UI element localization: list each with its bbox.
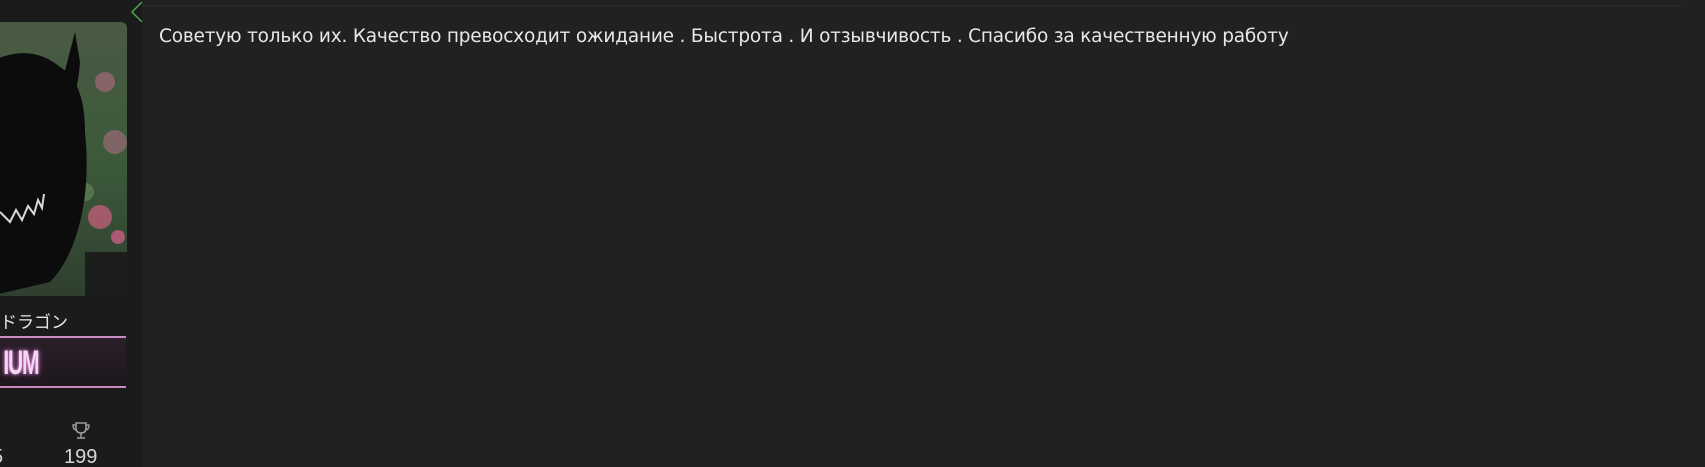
message-body: Советую только их. Качество превосходит … bbox=[142, 0, 1705, 467]
trophy-icon bbox=[72, 422, 90, 439]
user-avatar[interactable] bbox=[0, 22, 127, 296]
trophy-count[interactable]: 199 bbox=[64, 446, 97, 467]
username[interactable]: ドラゴン bbox=[0, 308, 126, 333]
forum-post: ドラゴン IUM 5 199 Советую только их. Качест… bbox=[0, 0, 1705, 467]
user-title-strip bbox=[0, 0, 60, 6]
message-divider bbox=[142, 5, 1682, 6]
user-stats: 5 199 bbox=[0, 416, 126, 467]
messages-count: 5 bbox=[0, 446, 3, 467]
rank-banner-text: IUM bbox=[3, 344, 39, 382]
message-text: Советую только их. Качество превосходит … bbox=[159, 26, 1289, 47]
user-info-column: ドラゴン IUM 5 199 bbox=[0, 0, 140, 467]
rank-banner: IUM bbox=[0, 336, 126, 388]
